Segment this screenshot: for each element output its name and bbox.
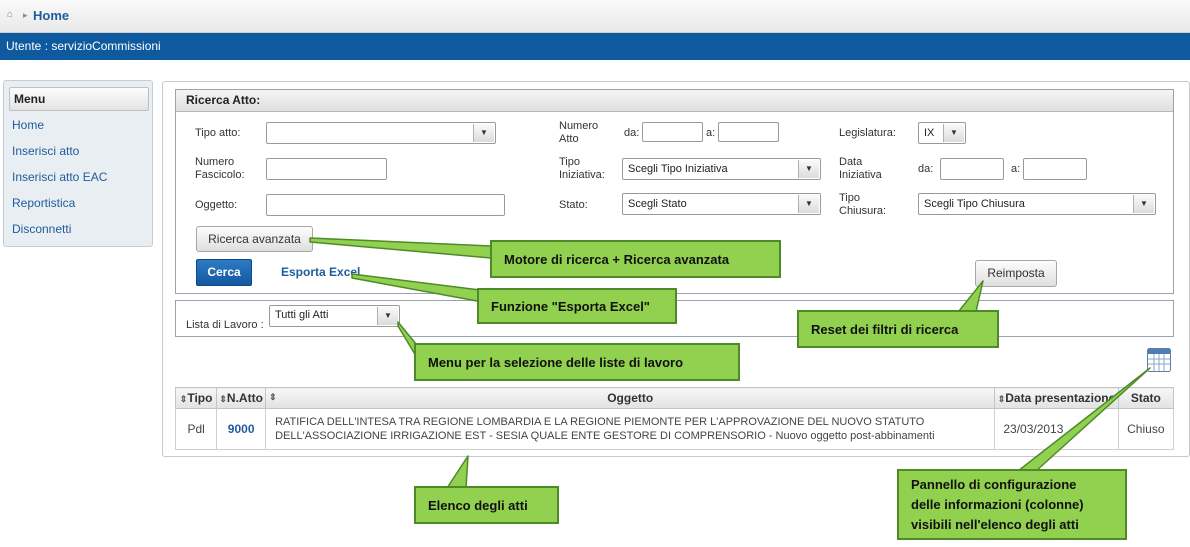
numero-fascicolo-label-2: Fascicolo: (195, 169, 245, 181)
table-header-row: ⇕Tipo ⇕N.Atto ⇕ Oggetto ⇕Data presentazio… (174, 387, 1175, 409)
search-panel-title: Ricerca Atto: (176, 90, 1173, 112)
callout-export: Funzione "Esporta Excel" (477, 288, 677, 324)
cell-stato: Chiuso (1117, 408, 1175, 450)
column-label-n-atto: N.Atto (226, 391, 263, 405)
worklist-value: Tutti gli Atti (275, 309, 329, 321)
breadcrumb-bar: ⌂ ▸ Home (0, 0, 1190, 33)
column-label-tipo: Tipo (187, 391, 213, 405)
column-header-data-presentazione[interactable]: ⇕Data presentazione (994, 387, 1119, 409)
cell-oggetto-line-2: DELL'ASSOCIAZIONE IRRIGAZIONE EST - SESI… (275, 430, 935, 442)
tipo-iniziativa-value: Scegli Tipo Iniziativa (628, 163, 728, 175)
user-label: Utente : servizioCommissioni (6, 39, 161, 53)
menu-item-home[interactable]: Home (12, 118, 44, 132)
tipo-chiusura-value: Scegli Tipo Chiusura (924, 198, 1025, 210)
tipo-atto-select[interactable]: ▼ (266, 122, 496, 144)
data-iniziativa-label-2: Iniziativa (839, 169, 882, 181)
reset-button[interactable]: Reimposta (975, 260, 1057, 287)
menu-item-disconnetti[interactable]: Disconnetti (12, 222, 71, 236)
chevron-down-icon[interactable]: ▼ (798, 160, 819, 178)
arrow-list (446, 455, 469, 489)
acts-table: ⇕Tipo ⇕N.Atto ⇕ Oggetto ⇕Data presentazio… (174, 387, 1175, 450)
chevron-down-icon[interactable]: ▼ (1133, 195, 1154, 213)
home-icon[interactable]: ⌂ (7, 10, 17, 20)
sort-icon[interactable]: ⇕ (269, 392, 277, 403)
callout-search-engine: Motore di ricerca + Ricerca avanzata (490, 240, 781, 278)
column-header-oggetto[interactable]: ⇕ Oggetto (265, 387, 996, 409)
stato-select[interactable]: Scegli Stato ▼ (622, 193, 821, 215)
data-iniziativa-label-1: Data (839, 156, 863, 168)
worklist-select[interactable]: Tutti gli Atti ▼ (269, 305, 400, 327)
chevron-down-icon[interactable]: ▼ (473, 124, 494, 142)
worklist-label: Lista di Lavoro : (186, 319, 264, 331)
callout-reset: Reset dei filtri di ricerca (797, 310, 999, 348)
column-header-tipo[interactable]: ⇕Tipo (174, 387, 218, 409)
data-iniziativa-a-input[interactable] (1023, 158, 1087, 180)
cell-oggetto: RATIFICA DELL'INTESA TRA REGIONE LOMBARD… (265, 408, 996, 450)
cell-oggetto-line-1: RATIFICA DELL'INTESA TRA REGIONE LOMBARD… (275, 416, 925, 428)
column-label-oggetto: Oggetto (607, 391, 654, 405)
tipo-iniziativa-label-1: Tipo (559, 156, 580, 168)
chevron-down-icon[interactable]: ▼ (377, 307, 398, 325)
callout-worklists: Menu per la selezione delle liste di lav… (414, 343, 740, 381)
numero-fascicolo-label-1: Numero (195, 156, 235, 168)
callout-columns-panel-line-2: delle informazioni (colonne) (911, 496, 1084, 512)
export-excel-link[interactable]: Esporta Excel (281, 265, 360, 279)
callout-columns-panel-line-1: Pannello di configurazione (911, 476, 1077, 492)
menu-item-inserisci-atto[interactable]: Inserisci atto (12, 144, 79, 158)
callout-list: Elenco degli atti (414, 486, 559, 524)
stato-value: Scegli Stato (628, 198, 687, 210)
table-row[interactable]: Pdl 9000 RATIFICA DELL'INTESA TRA REGION… (174, 408, 1175, 450)
legislatura-select[interactable]: IX ▼ (918, 122, 966, 144)
chevron-right-icon: ▸ (23, 10, 28, 20)
callout-columns-panel: Pannello di configurazione delle informa… (897, 469, 1127, 540)
tipo-iniziativa-select[interactable]: Scegli Tipo Iniziativa ▼ (622, 158, 821, 180)
search-button[interactable]: Cerca (196, 259, 252, 286)
oggetto-input[interactable] (266, 194, 505, 216)
table-columns-icon[interactable] (1147, 348, 1171, 372)
tipo-chiusura-label-1: Tipo (839, 192, 860, 204)
breadcrumb-home[interactable]: Home (33, 8, 69, 23)
menu-item-reportistica[interactable]: Reportistica (12, 196, 75, 210)
column-label-data-presentazione: Data presentazione (1005, 391, 1116, 405)
data-iniziativa-da-input[interactable] (940, 158, 1004, 180)
chevron-down-icon[interactable]: ▼ (798, 195, 819, 213)
tipo-iniziativa-label-2: Iniziativa: (559, 169, 605, 181)
menu-item-inserisci-atto-eac[interactable]: Inserisci atto EAC (12, 170, 107, 184)
numero-atto-label-1: Numero (559, 120, 599, 132)
legislatura-value: IX (924, 127, 935, 139)
sort-icon[interactable]: ⇕ (219, 394, 227, 404)
chevron-down-icon[interactable]: ▼ (943, 124, 964, 142)
search-title: Ricerca Atto: (186, 93, 261, 107)
numero-atto-label-2: Atto (559, 133, 579, 145)
menu-header: Menu (9, 87, 149, 111)
numero-atto-a-input[interactable] (718, 122, 779, 142)
tipo-atto-label: Tipo atto: (195, 127, 241, 139)
user-bar: Utente : servizioCommissioni (0, 33, 1190, 60)
legislatura-label: Legislatura: (839, 127, 896, 139)
column-header-stato[interactable]: Stato (1117, 387, 1175, 409)
numero-atto-da-label: da: (624, 127, 640, 139)
callout-columns-panel-line-3: visibili nell'elenco degli atti (911, 516, 1079, 532)
oggetto-label: Oggetto: (195, 199, 238, 211)
column-header-n-atto[interactable]: ⇕N.Atto (216, 387, 267, 409)
cell-n-atto[interactable]: 9000 (216, 408, 267, 450)
numero-atto-da-input[interactable] (642, 122, 703, 142)
numero-fascicolo-input[interactable] (266, 158, 387, 180)
cell-data-presentazione: 23/03/2013 (994, 408, 1119, 450)
tipo-chiusura-select[interactable]: Scegli Tipo Chiusura ▼ (918, 193, 1156, 215)
stato-label: Stato: (559, 199, 588, 211)
tipo-chiusura-label-2: Chiusura: (839, 205, 887, 217)
column-label-stato: Stato (1130, 391, 1161, 405)
menu-title: Menu (14, 92, 46, 106)
numero-atto-a-label: a: (706, 127, 716, 139)
data-iniziativa-da-label: da: (918, 163, 934, 175)
data-iniziativa-a-label: a: (1011, 163, 1021, 175)
side-menu: Menu Home Inserisci atto Inserisci atto … (3, 80, 153, 247)
advanced-search-button[interactable]: Ricerca avanzata (196, 226, 313, 252)
cell-tipo: Pdl (174, 408, 218, 450)
